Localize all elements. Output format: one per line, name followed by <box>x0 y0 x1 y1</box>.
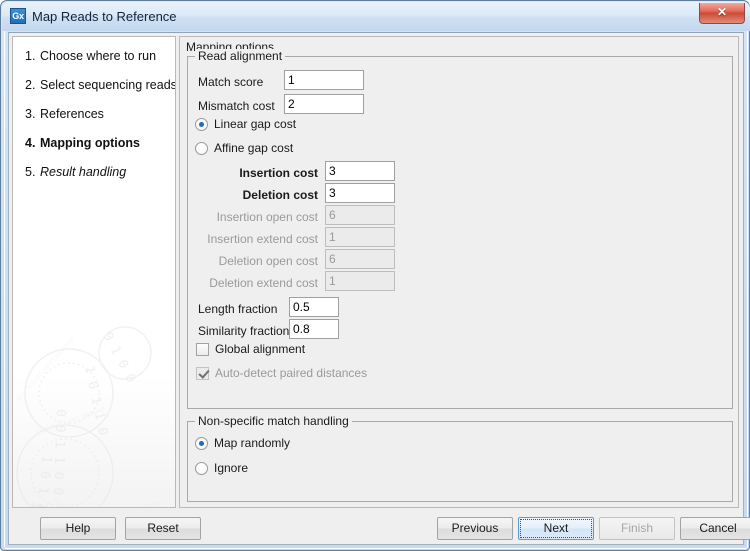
radio-affine-gap-cost[interactable]: Affine gap cost <box>195 141 293 155</box>
svg-text:0 0 1 1 0 0: 0 0 1 1 0 0 <box>50 409 68 496</box>
svg-text:CAGGTTACCGATACGTTAG: CAGGTTACCGATACGTTAG <box>102 500 165 508</box>
step-number: 3. <box>25 107 40 121</box>
read-alignment-group-title: Read alignment <box>195 49 285 63</box>
step-number: 4. <box>25 136 40 150</box>
dialog-button-bar: Help Reset Previous Next Finish Cancel <box>10 512 744 545</box>
radio-indicator-icon <box>195 118 208 131</box>
sidebar-item-choose-where-to-run[interactable]: 1.Choose where to run <box>25 49 156 63</box>
radio-ignore-label: Ignore <box>214 461 248 475</box>
step-number: 5. <box>25 165 40 179</box>
radio-indicator-icon <box>195 142 208 155</box>
deletion-cost-label: Deletion cost <box>198 188 318 202</box>
step-label: Select sequencing reads <box>40 78 176 92</box>
match-score-label: Match score <box>198 75 263 89</box>
svg-text:ACGTTAGCATCGGATCCAAGTCGAT: ACGTTAGCATCGGATCCAAGTCGAT <box>16 336 77 403</box>
radio-indicator-icon <box>195 437 208 450</box>
checkbox-global-alignment[interactable]: Global alignment <box>196 342 305 356</box>
step-number: 2. <box>25 78 40 92</box>
app-icon: Gx <box>10 8 26 24</box>
insertion-cost-input[interactable] <box>325 161 395 181</box>
mapping-options-panel: Mapping options Read alignment Match sco… <box>179 36 739 508</box>
wizard-steps-panel: 0 1 0 0 1 0 1 1 0 0 0 1 1 0 0 1 0 1 1 0 … <box>12 36 176 508</box>
title-bar: Gx Map Reads to Reference ✕ <box>2 2 750 31</box>
sidebar-item-result-handling[interactable]: 5.Result handling <box>25 165 126 179</box>
reset-button[interactable]: Reset <box>125 517 201 540</box>
svg-text:1 0 1 1 0: 1 0 1 1 0 <box>81 365 110 437</box>
next-button[interactable]: Next <box>518 517 594 540</box>
step-label: Choose where to run <box>40 49 156 63</box>
mismatch-cost-input[interactable] <box>284 94 364 114</box>
decorative-watermark: 0 1 0 0 1 0 1 1 0 0 0 1 1 0 0 1 0 1 1 0 … <box>12 305 176 508</box>
non-specific-group-title: Non-specific match handling <box>195 414 352 428</box>
step-label: References <box>40 107 104 121</box>
close-button[interactable]: ✕ <box>699 3 745 24</box>
previous-button[interactable]: Previous <box>437 517 513 540</box>
svg-text:1 0 1 0: 1 0 1 0 <box>20 500 44 508</box>
deletion-cost-input[interactable] <box>325 183 395 203</box>
checkbox-auto-detect-paired-distances: Auto-detect paired distances <box>196 366 367 380</box>
step-label: Mapping options <box>40 136 140 150</box>
finish-button: Finish <box>599 517 675 540</box>
help-button[interactable]: Help <box>40 517 116 540</box>
insertion-extend-cost-label: Insertion extend cost <box>198 232 318 246</box>
radio-affine-gap-cost-label: Affine gap cost <box>214 141 293 155</box>
dialog-window: Gx Map Reads to Reference ✕ 0 1 0 0 1 0 … <box>0 0 750 551</box>
mismatch-cost-label: Mismatch cost <box>198 99 275 113</box>
radio-map-randomly[interactable]: Map randomly <box>195 436 290 450</box>
length-fraction-input[interactable] <box>289 297 339 317</box>
global-alignment-label: Global alignment <box>215 342 305 356</box>
non-specific-match-handling-group: Non-specific match handling Map randomly… <box>187 421 733 502</box>
radio-linear-gap-cost[interactable]: Linear gap cost <box>195 117 296 131</box>
radio-map-randomly-label: Map randomly <box>214 436 290 450</box>
match-score-input[interactable] <box>284 70 364 90</box>
similarity-fraction-label: Similarity fraction <box>198 324 289 338</box>
deletion-extend-cost-input <box>325 271 395 291</box>
insertion-open-cost-label: Insertion open cost <box>198 210 318 224</box>
read-alignment-group: Read alignment Match score Mismatch cost… <box>187 56 733 409</box>
step-label: Result handling <box>40 165 126 179</box>
close-icon: ✕ <box>700 5 744 19</box>
deletion-open-cost-label: Deletion open cost <box>198 254 318 268</box>
svg-text:0 1 0 0: 0 1 0 0 <box>99 330 138 385</box>
checkbox-indicator-icon <box>196 367 209 380</box>
insertion-cost-label: Insertion cost <box>198 166 318 180</box>
svg-text:GGCATTACGGATCCTTAGCAAT: GGCATTACGGATCCTTAGCAAT <box>36 406 108 437</box>
similarity-fraction-input[interactable] <box>289 319 339 339</box>
client-area: 0 1 0 0 1 0 1 1 0 0 0 1 1 0 0 1 0 1 1 0 … <box>8 32 744 545</box>
insertion-open-cost-input <box>325 205 395 225</box>
radio-indicator-icon <box>195 462 208 475</box>
checkbox-indicator-icon <box>196 343 209 356</box>
cancel-button[interactable]: Cancel <box>680 517 750 540</box>
sidebar-item-mapping-options[interactable]: 4.Mapping options <box>25 136 140 150</box>
svg-text:1 0 1 1 0: 1 0 1 1 0 <box>32 455 54 508</box>
deletion-extend-cost-label: Deletion extend cost <box>198 276 318 290</box>
deletion-open-cost-input <box>325 249 395 269</box>
window-title: Map Reads to Reference <box>32 7 177 26</box>
auto-detect-paired-distances-label: Auto-detect paired distances <box>215 366 367 380</box>
step-number: 1. <box>25 49 40 63</box>
svg-text:TTACGGATCCAAGTCGATTACGG: TTACGGATCCAAGTCGATTACGG <box>51 497 116 508</box>
radio-linear-gap-cost-label: Linear gap cost <box>214 117 296 131</box>
radio-ignore[interactable]: Ignore <box>195 461 248 475</box>
insertion-extend-cost-input <box>325 227 395 247</box>
length-fraction-label: Length fraction <box>198 302 277 316</box>
sidebar-item-references[interactable]: 3.References <box>25 107 104 121</box>
sidebar-item-select-sequencing-reads[interactable]: 2.Select sequencing reads <box>25 78 176 92</box>
